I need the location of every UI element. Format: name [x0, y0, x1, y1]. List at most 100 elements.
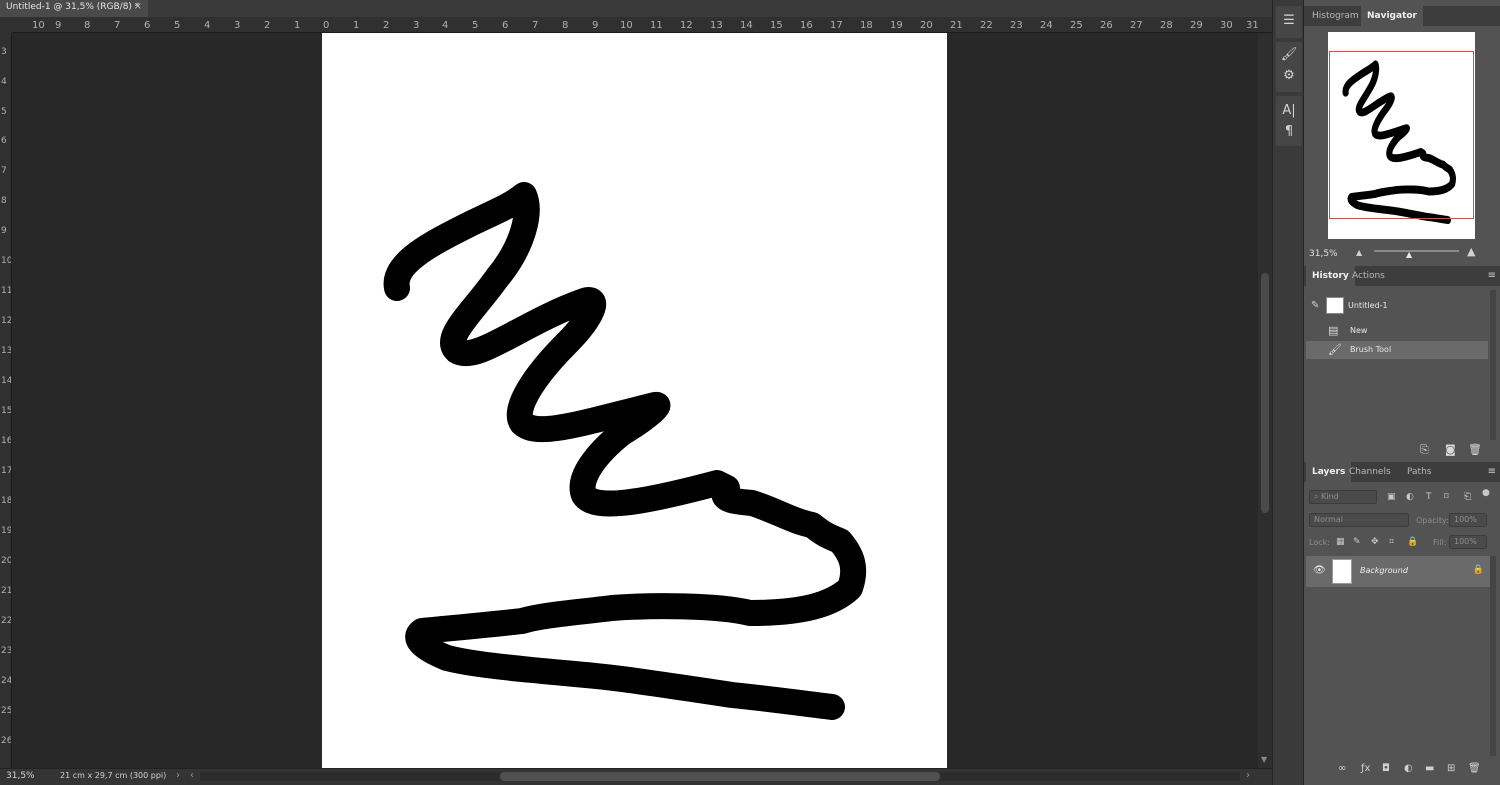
scroll-down-icon[interactable]: ▼ [1261, 755, 1267, 764]
ruler-tick: 24 [1, 676, 12, 686]
ruler-tick: 10 [32, 20, 45, 31]
vertical-scroll-thumb[interactable] [1261, 273, 1269, 513]
ruler-tick: 9 [1, 226, 7, 236]
shape-filter-icon[interactable]: ⌑ [1444, 492, 1449, 502]
navigator-zoom-value[interactable]: 31,5% [1309, 249, 1338, 259]
document-canvas[interactable] [322, 33, 947, 768]
vertical-ruler[interactable]: 3 4 5 6 7 8 9 10 11 12 13 14 15 16 17 18… [0, 33, 12, 768]
ruler-tick: 13 [710, 20, 723, 31]
ruler-tick: 16 [1, 436, 12, 446]
new-group-icon[interactable]: ▬ [1425, 763, 1434, 774]
link-layers-icon[interactable]: ∞ [1338, 763, 1346, 774]
ruler-tick: 2 [383, 20, 390, 31]
horizontal-ruler[interactable]: 10 9 8 7 6 5 4 3 2 1 0 1 2 3 4 5 6 7 8 9… [12, 17, 1272, 33]
zoom-in-icon[interactable]: ▲ [1467, 245, 1475, 258]
scroll-left-icon[interactable]: ‹ [190, 770, 194, 781]
layer-name[interactable]: Background [1360, 566, 1408, 575]
panel-menu-icon[interactable]: ≡ [1488, 270, 1496, 281]
add-mask-icon[interactable]: ◘ [1382, 763, 1390, 774]
history-source-brush-icon[interactable]: ✎ [1311, 300, 1319, 311]
lock-artboard-icon[interactable]: ⌗ [1389, 537, 1394, 547]
ruler-tick: 21 [1, 586, 12, 596]
filter-toggle-icon[interactable]: ● [1482, 488, 1490, 498]
ruler-tick: 15 [1, 406, 12, 416]
ruler-tick: 3 [1, 47, 7, 57]
paragraph-icon[interactable]: ¶ [1276, 124, 1302, 139]
blend-mode-select[interactable]: Normal [1309, 513, 1409, 527]
adjustment-filter-icon[interactable]: ◐ [1406, 492, 1414, 502]
layers-panel-tabs: Layers Channels Paths ≡ [1304, 462, 1500, 482]
ruler-tick: 14 [1, 376, 12, 386]
visibility-eye-icon[interactable]: 👁 [1313, 565, 1326, 576]
ruler-tick: 22 [980, 20, 993, 31]
history-snapshot-thumbnail[interactable] [1326, 297, 1344, 314]
new-adjustment-layer-icon[interactable]: ◐ [1404, 763, 1413, 774]
brush-settings-icon[interactable]: ⚙ [1276, 68, 1302, 83]
ruler-tick: 5 [1, 107, 7, 117]
ruler-tick: 10 [1, 256, 12, 266]
history-item-brush-tool[interactable]: 🖌 Brush Tool [1306, 341, 1488, 359]
history-item-new[interactable]: ▤ New [1306, 322, 1488, 340]
properties-icon[interactable]: ☰ [1276, 13, 1302, 28]
trash-icon[interactable]: 🗑 [1468, 443, 1482, 456]
history-item-label: Brush Tool [1350, 345, 1392, 354]
ruler-tick: 3 [234, 20, 241, 31]
ruler-tick: 25 [1, 706, 12, 716]
new-document-from-state-icon[interactable]: ⎘ [1420, 443, 1429, 457]
close-icon[interactable]: × [134, 1, 142, 12]
ruler-tick: 18 [860, 20, 873, 31]
delete-layer-icon[interactable]: 🗑 [1468, 763, 1481, 774]
ruler-tick: 1 [353, 20, 360, 31]
horizontal-scroll-thumb[interactable] [500, 772, 940, 781]
vertical-scrollbar[interactable]: ▼ [1258, 33, 1272, 768]
character-icon[interactable]: A| [1276, 103, 1302, 118]
ruler-tick: 9 [55, 20, 62, 31]
zoom-slider-knob-icon[interactable]: ▲ [1406, 250, 1412, 259]
status-menu-icon[interactable]: › [176, 770, 180, 781]
history-scrollbar[interactable] [1490, 290, 1496, 440]
tab-navigator[interactable]: Navigator [1361, 6, 1423, 26]
opacity-field[interactable]: 100% [1449, 513, 1487, 527]
zoom-out-icon[interactable]: ▲ [1356, 248, 1362, 257]
status-zoom[interactable]: 31,5% [6, 771, 35, 781]
new-layer-icon[interactable]: ⊞ [1447, 763, 1455, 774]
navigator-view-box[interactable] [1329, 51, 1474, 219]
ruler-tick: 19 [890, 20, 903, 31]
tab-paths[interactable]: Paths [1401, 462, 1437, 482]
scroll-right-icon[interactable]: › [1246, 770, 1250, 781]
ruler-tick: 29 [1190, 20, 1203, 31]
camera-icon[interactable]: ◙ [1445, 443, 1456, 456]
lock-position-icon[interactable]: ✥ [1371, 537, 1379, 547]
collapsed-panel-strip: ☰ 🖌 ⚙ A| ¶ [1272, 0, 1304, 785]
ruler-tick: 19 [1, 526, 12, 536]
ruler-tick: 25 [1070, 20, 1083, 31]
ruler-corner[interactable] [0, 17, 12, 33]
lock-transparent-icon[interactable]: ▦ [1336, 537, 1345, 547]
fill-field[interactable]: 100% [1449, 535, 1487, 549]
tab-histogram[interactable]: Histogram [1306, 6, 1365, 26]
layer-row-background[interactable]: 👁 Background 🔒 [1306, 556, 1492, 587]
document-tab-title: Untitled-1 @ 31,5% (RGB/8) * [6, 2, 140, 12]
layer-style-icon[interactable]: ƒx [1361, 763, 1370, 774]
brush-presets-icon[interactable]: 🖌 [1276, 47, 1302, 62]
layers-scrollbar[interactable] [1490, 556, 1496, 756]
lock-image-icon[interactable]: ✎ [1353, 537, 1361, 547]
layer-filter-select[interactable]: ⌕ Kind [1309, 490, 1377, 504]
tab-actions[interactable]: Actions [1346, 266, 1391, 286]
horizontal-scrollbar[interactable] [200, 772, 1240, 781]
layer-lock-icon[interactable]: 🔒 [1473, 565, 1484, 575]
panel-menu-icon[interactable]: ≡ [1488, 466, 1496, 477]
lock-all-icon[interactable]: 🔒 [1407, 537, 1418, 547]
smart-object-filter-icon[interactable]: ⎗ [1464, 492, 1471, 502]
type-filter-icon[interactable]: T [1426, 492, 1432, 502]
workspace[interactable] [12, 33, 1258, 768]
navigator-zoom-slider[interactable] [1374, 250, 1459, 252]
ruler-tick: 5 [472, 20, 479, 31]
image-filter-icon[interactable]: ▣ [1387, 492, 1396, 502]
document-tab[interactable]: Untitled-1 @ 31,5% (RGB/8) * × [0, 0, 148, 17]
history-snapshot-name[interactable]: Untitled-1 [1348, 301, 1388, 310]
history-panel-tabs: History Actions ≡ [1304, 266, 1500, 286]
status-bar: 31,5% 21 cm x 29,7 cm (300 ppi) › ‹ › [0, 768, 1272, 785]
ruler-tick: 8 [1, 196, 7, 206]
tab-channels[interactable]: Channels [1343, 462, 1397, 482]
